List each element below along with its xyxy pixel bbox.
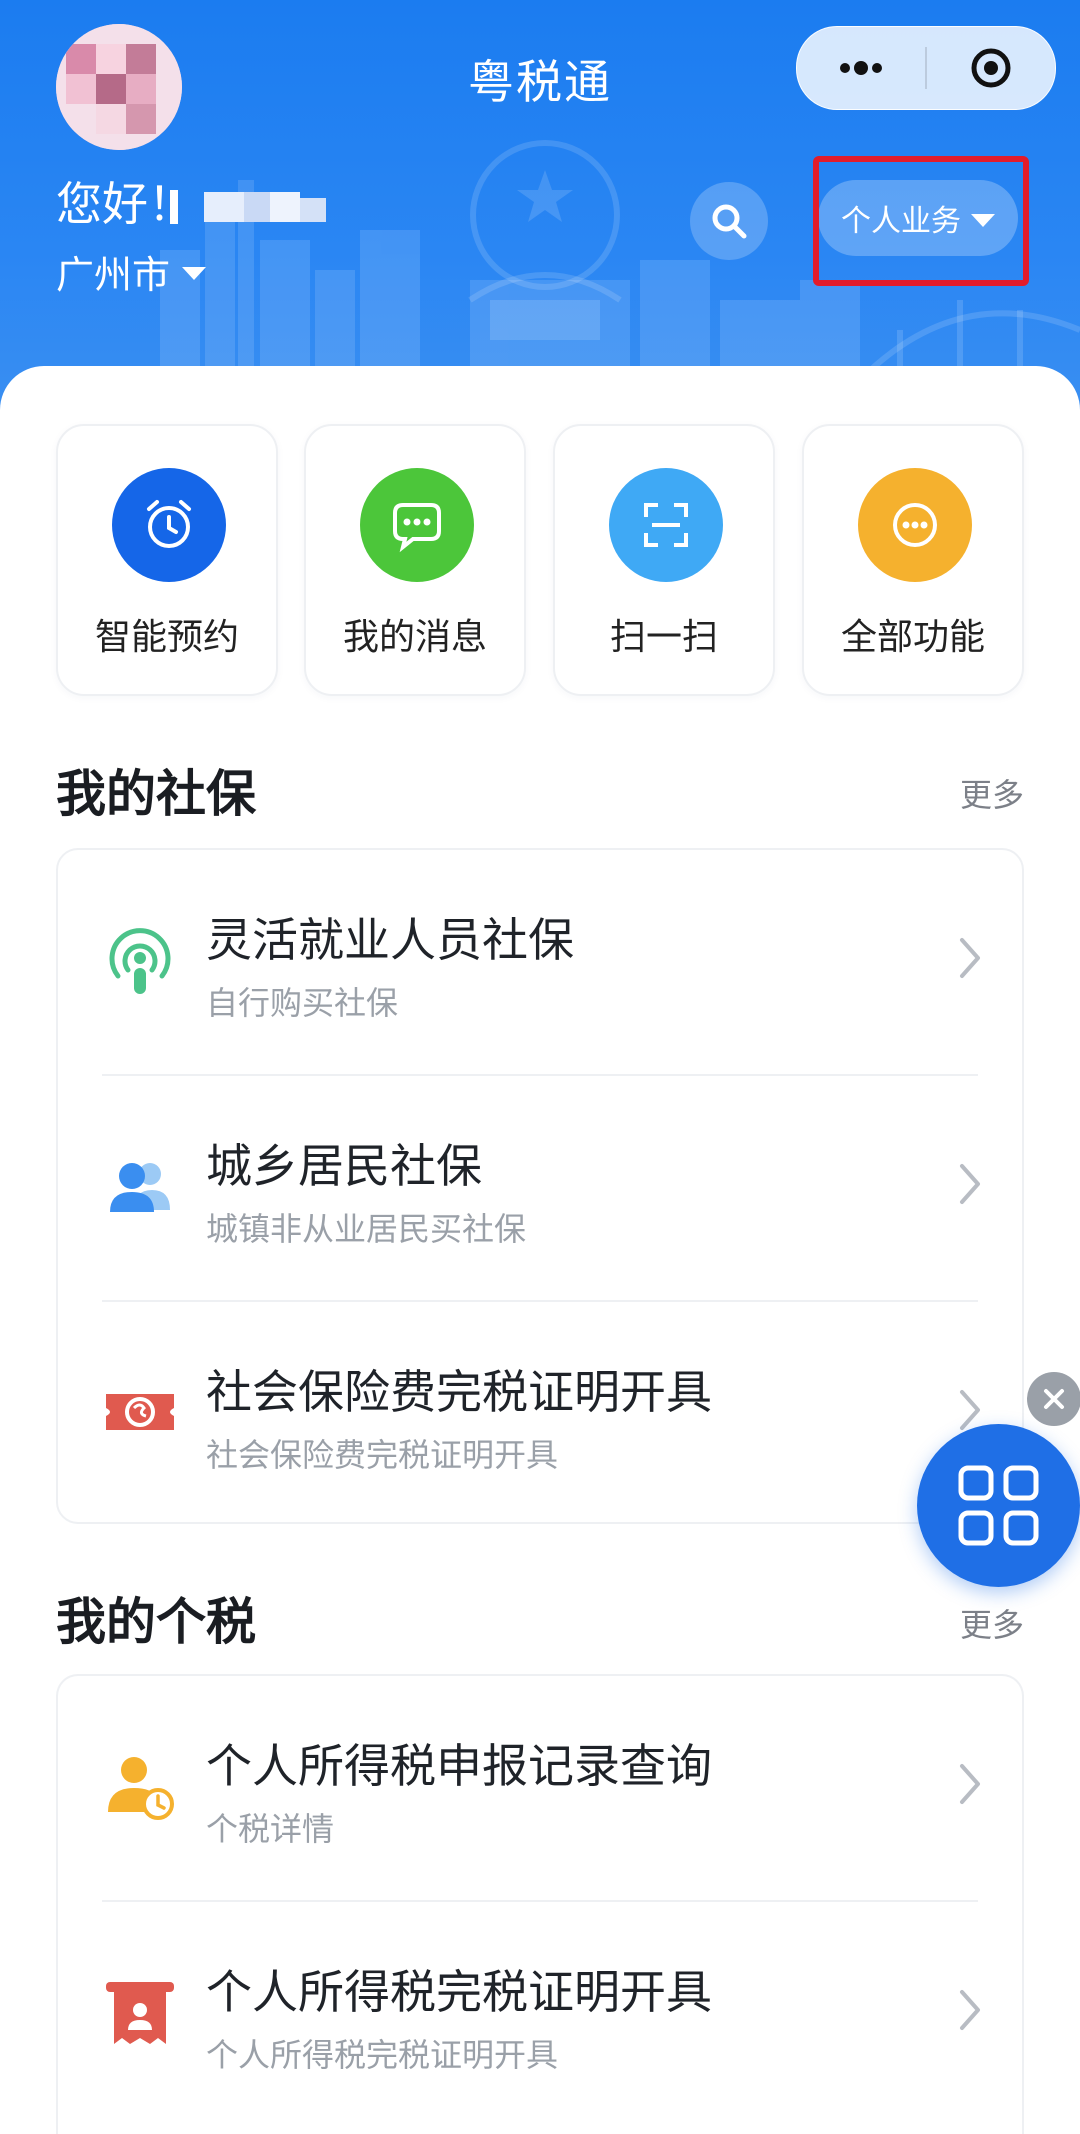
quick-action-label: 扫一扫 [609,617,718,658]
target-close-icon [971,48,1011,88]
mini-program-capsule [796,26,1056,110]
list-item-subtitle: 城镇非从业居民买社保 [206,1210,527,1248]
quick-action-all-functions[interactable]: 全部功能 [802,424,1024,696]
section-title-social-security: 我的社保 [56,765,256,823]
list-item-social-insurance-certificate[interactable]: 社会保险费完税证明开具 社会保险费完税证明开具 [58,1302,1022,1526]
quick-action-label: 全部功能 [840,617,985,658]
masked-username [170,190,326,224]
personal-tax-more-link[interactable]: 更多 [960,1600,1024,1646]
social-security-more-link[interactable]: 更多 [960,770,1024,816]
person-clock-icon [108,1757,174,1820]
list-item-subtitle: 自行购买社保 [206,984,399,1022]
floating-close-button[interactable] [1027,1372,1080,1426]
si-card-icon [106,1394,174,1430]
list-item-title: 城乡居民社保 [206,1139,482,1193]
more-dots-icon [840,61,882,75]
close-icon [1044,1389,1064,1409]
quick-action-icon-bg [609,468,723,582]
list-item-title: 个人所得税完税证明开具 [206,1965,712,2019]
scan-icon [644,503,688,547]
capsule-more-button[interactable] [797,27,925,109]
list-item-title: 社会保险费完税证明开具 [206,1365,712,1419]
floating-menu-button[interactable] [917,1424,1080,1587]
quick-action-icon-bg [112,468,226,582]
search-button[interactable] [690,182,768,260]
quick-action-label: 智能预约 [94,617,239,658]
highlight-box [813,156,1029,286]
quick-action-icon-bg [858,468,972,582]
list-item-subtitle: 个税详情 [206,1810,335,1848]
quick-action-appointment[interactable]: 智能预约 [56,424,278,696]
grid-menu-icon [958,1465,1039,1546]
caret-down-icon [182,267,207,280]
section-title-personal-tax: 我的个税 [56,1593,256,1651]
list-item-urban-rural-residents[interactable]: 城乡居民社保 城镇非从业居民买社保 [58,1076,1022,1300]
chat-bubble-icon [393,503,441,553]
capsule-close-button[interactable] [927,27,1055,109]
social-security-card: 灵活就业人员社保 自行购买社保 城乡居民社保 城镇非从业居民买社保 社会保险费完… [56,848,1024,1524]
receipt-person-icon [106,1982,174,2044]
quick-action-label: 我的消息 [342,617,487,658]
city-label: 广州市 [56,253,171,297]
chevron-right-icon [960,938,980,978]
users-icon [110,1163,170,1212]
broadcast-person-icon [109,928,171,994]
city-selector[interactable]: 广州市 [56,244,207,299]
list-item-tax-declaration-records[interactable]: 个人所得税申报记录查询 个税详情 [58,1676,1022,1900]
alarm-clock-icon [147,500,191,548]
list-item-subtitle: 个人所得税完税证明开具 [206,2036,559,2074]
personal-tax-card: 个人所得税申报记录查询 个税详情 个人所得税完税证明开具 个人所得税完税证明开具 [56,1674,1024,2134]
list-item-subtitle: 社会保险费完税证明开具 [206,1436,559,1474]
header: 粤税通 您好！ 广州市 个人业务 [0,0,1080,420]
list-item-income-tax-certificate[interactable]: 个人所得税完税证明开具 个人所得税完税证明开具 [58,1902,1022,2126]
search-icon [712,204,747,239]
quick-action-scan[interactable]: 扫一扫 [553,424,775,696]
quick-action-icon-bg [360,468,474,582]
chevron-right-icon [960,1164,980,1204]
list-item-title: 个人所得税申报记录查询 [206,1739,712,1793]
list-item-flexible-employment[interactable]: 灵活就业人员社保 自行购买社保 [58,850,1022,1074]
list-item-title: 灵活就业人员社保 [206,913,574,967]
more-dots-icon [893,503,937,547]
chevron-right-icon [960,1764,980,1804]
quick-action-messages[interactable]: 我的消息 [304,424,526,696]
chevron-right-icon [960,1990,980,2030]
